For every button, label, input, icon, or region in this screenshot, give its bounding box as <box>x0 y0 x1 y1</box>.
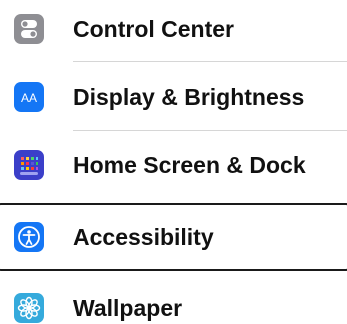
settings-item-home-screen-dock[interactable]: Home Screen & Dock <box>0 138 347 192</box>
settings-item-display-brightness[interactable]: AA Display & Brightness <box>0 70 347 124</box>
settings-item-control-center[interactable]: Control Center <box>0 2 347 56</box>
wallpaper-icon <box>14 293 44 323</box>
settings-item-label: Wallpaper <box>73 295 183 321</box>
settings-item-label: Display & Brightness <box>73 84 305 110</box>
home-screen-icon <box>14 150 44 180</box>
divider <box>73 130 347 131</box>
settings-item-label: Home Screen & Dock <box>73 152 306 178</box>
display-brightness-icon: AA <box>14 82 44 112</box>
svg-text:AA: AA <box>21 91 37 105</box>
accessibility-icon <box>14 222 44 252</box>
settings-item-label: Accessibility <box>73 224 214 250</box>
settings-item-wallpaper[interactable]: Wallpaper <box>0 281 347 324</box>
divider <box>73 61 347 62</box>
settings-item-accessibility[interactable]: Accessibility <box>0 203 347 271</box>
settings-list: Control Center AA Display & Brightness H… <box>0 0 347 324</box>
control-center-icon <box>14 14 44 44</box>
settings-item-label: Control Center <box>73 16 234 42</box>
